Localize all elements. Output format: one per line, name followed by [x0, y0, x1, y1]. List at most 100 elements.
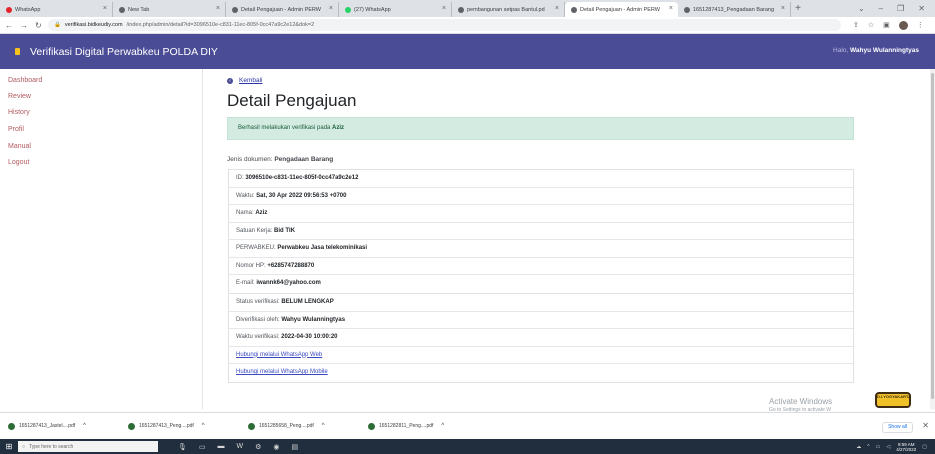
volume-icon[interactable]: ◁	[886, 444, 890, 450]
globe-tab-icon	[232, 6, 238, 13]
close-icon[interactable]: ×	[329, 5, 333, 12]
url-domain: verifikasi.bidkeudiy.com	[64, 22, 123, 28]
minimize-icon[interactable]: –	[879, 4, 883, 13]
browser-tab-new[interactable]: New Tab ×	[113, 2, 226, 17]
weather-icon[interactable]: ☁	[856, 444, 861, 450]
back-link[interactable]: ‹ Kembali	[227, 77, 262, 84]
pdf-file-icon	[8, 422, 15, 430]
scrollbar-thumb[interactable]	[931, 73, 934, 399]
detail-row-email: E-mail: iwannk64@yahoo.com	[229, 275, 853, 293]
close-icon[interactable]: ✕	[922, 421, 929, 430]
page-scrollbar[interactable]	[930, 69, 935, 409]
maximize-icon[interactable]: ❐	[897, 4, 904, 13]
verification-label: Waktu verifikasi:	[236, 334, 282, 340]
close-icon[interactable]: ×	[555, 5, 559, 12]
download-filename: 1651287413_Peng....pdf	[139, 423, 194, 429]
detail-label: E-mail:	[236, 280, 257, 286]
close-icon[interactable]: ×	[103, 5, 107, 12]
windows-start-icon[interactable]: ⊞	[0, 442, 18, 451]
back-arrow-icon[interactable]: ←	[5, 21, 13, 30]
tab-title: pembangunan setpas Bantul.pd	[467, 6, 545, 13]
browser-tab-whatsapp-web[interactable]: (27) WhatsApp ×	[339, 2, 452, 17]
close-icon[interactable]: ×	[669, 5, 673, 12]
network-icon[interactable]: ▭	[876, 444, 881, 450]
forward-arrow-icon[interactable]: →	[20, 21, 28, 30]
activate-title: Activate Windows	[769, 397, 833, 406]
reload-icon[interactable]: ↻	[35, 21, 42, 30]
share-icon[interactable]: ⇪	[853, 21, 859, 29]
download-item[interactable]: 1651282811_Peng....pdf ^	[360, 413, 480, 440]
tab-search-icon[interactable]: ⌄	[858, 4, 865, 13]
sidebar-icon[interactable]: ▣	[883, 21, 890, 29]
browser-tab-pdf[interactable]: pembangunan setpas Bantul.pd ×	[452, 2, 565, 17]
microphone-icon[interactable]: 🎙	[178, 443, 187, 451]
chevron-up-icon[interactable]: ^	[202, 423, 205, 429]
browser-actions: ⇪ ☆ ▣ ⋮	[841, 20, 924, 30]
sidebar-item-history[interactable]: History	[8, 109, 30, 116]
browser-tab-detail-1[interactable]: Detail Pengajuan - Admin PERW ×	[226, 2, 339, 17]
url-input[interactable]: 🔒 verifikasi.bidkeudiy.com/index.php/adm…	[48, 19, 841, 31]
sidebar-item-logout[interactable]: Logout	[8, 159, 29, 166]
browser-tab-pdf-2[interactable]: 1651287413_Pengadaan Barang ×	[678, 2, 791, 17]
show-all-button[interactable]: Show all	[882, 422, 913, 433]
search-placeholder: Type here to search	[29, 443, 74, 450]
sidebar-item-profil[interactable]: Profil	[8, 126, 24, 133]
whatsapp-web-link[interactable]: Hubungi melalui WhatsApp Web	[236, 352, 322, 358]
whatsapp-mobile-link[interactable]: Hubungi melalui WhatsApp Mobile	[236, 369, 328, 375]
file-explorer-icon[interactable]: ▬	[218, 443, 225, 451]
new-tab-button[interactable]: +	[791, 2, 805, 17]
globe-tab-icon	[684, 6, 690, 13]
settings-icon[interactable]: ⚙	[255, 443, 261, 451]
greeting-prefix: Halo,	[833, 47, 851, 54]
close-icon[interactable]: ×	[442, 5, 446, 12]
word-icon[interactable]: W	[237, 443, 244, 451]
sidebar-item-review[interactable]: Review	[8, 93, 31, 100]
pdf-file-icon	[248, 422, 255, 430]
chevron-up-icon[interactable]: ^	[322, 423, 325, 429]
detail-row-nama: Nama: Aziz	[229, 205, 853, 223]
detail-label: Nomor HP:	[236, 262, 268, 269]
tab-title: Detail Pengajuan - Admin PERW	[580, 6, 660, 13]
verification-value: Wahyu Wulanningtyas	[281, 316, 346, 323]
pdf-app-icon[interactable]: ▤	[292, 443, 299, 451]
detail-row-nomor-hp: Nomor HP: +6285747288870	[229, 258, 853, 275]
sidebar-item-dashboard[interactable]: Dashboard	[8, 77, 42, 84]
document-type: Jenis dokumen: Pengadaan Barang	[227, 156, 333, 163]
close-window-icon[interactable]: ✕	[918, 4, 925, 13]
task-view-icon[interactable]: ▭	[199, 443, 206, 451]
chevron-up-icon[interactable]: ^	[441, 423, 444, 429]
close-icon[interactable]: ×	[216, 5, 220, 12]
profile-avatar[interactable]	[898, 20, 908, 30]
whatsapp-tab-icon	[345, 6, 351, 13]
menu-icon[interactable]: ⋮	[917, 21, 924, 29]
app-navbar: Verifikasi Digital Perwabkeu POLDA DIY H…	[0, 34, 935, 69]
taskbar-clock[interactable]: 9:59 AM 4/27/2022	[896, 442, 916, 452]
browser-tab-whatsapp[interactable]: WhatsApp ×	[0, 2, 113, 17]
tab-title: Detail Pengajuan - Admin PERW	[241, 6, 321, 13]
sidebar-item-manual[interactable]: Manual	[8, 143, 31, 150]
main-content: ‹ Kembali Detail Pengajuan Berhasil mela…	[203, 69, 935, 409]
pdf-file-icon	[128, 422, 135, 430]
download-item[interactable]: 1651285658_Peng....pdf ^	[240, 413, 360, 440]
download-item[interactable]: 1651287413_Jastel....pdf ^	[0, 413, 120, 440]
detail-label: Satuan Kerja:	[236, 227, 275, 234]
submission-details-list: ID: 3096510e-c831-11ec-805f-0cc47a9c2e12…	[228, 169, 854, 294]
download-item[interactable]: 1651287413_Peng....pdf ^	[120, 413, 240, 440]
taskbar-search-input[interactable]: ○ Type here to search	[18, 441, 158, 452]
chrome-icon[interactable]: ◉	[273, 443, 279, 451]
download-filename: 1651285658_Peng....pdf	[259, 423, 314, 429]
chevron-up-icon[interactable]: ^	[83, 423, 86, 429]
whatsapp-mobile-row: Hubungi melalui WhatsApp Mobile	[229, 364, 853, 382]
url-path: /index.php/admin/detail?id=3096510e-c831…	[126, 22, 315, 28]
tray-chevron-icon[interactable]: ^	[867, 444, 869, 450]
detail-row-id: ID: 3096510e-c831-11ec-805f-0cc47a9c2e12	[229, 170, 853, 188]
tab-title: (27) WhatsApp	[354, 6, 391, 13]
star-icon[interactable]: ☆	[868, 21, 874, 29]
success-alert: Berhasil melakukan verifikasi pada Aziz	[227, 117, 854, 140]
detail-row-perwabkeu: PERWABKEU: Perwabkeu Jasa telekominikasi	[229, 240, 853, 258]
notification-icon[interactable]: ▢	[922, 444, 927, 450]
close-icon[interactable]: ×	[781, 5, 785, 12]
system-tray: ☁ ^ ▭ ◁ 9:59 AM 4/27/2022 ▢	[856, 442, 935, 452]
browser-tab-detail-active[interactable]: Detail Pengajuan - Admin PERW ×	[565, 2, 678, 17]
app-title[interactable]: Verifikasi Digital Perwabkeu POLDA DIY	[30, 46, 218, 58]
